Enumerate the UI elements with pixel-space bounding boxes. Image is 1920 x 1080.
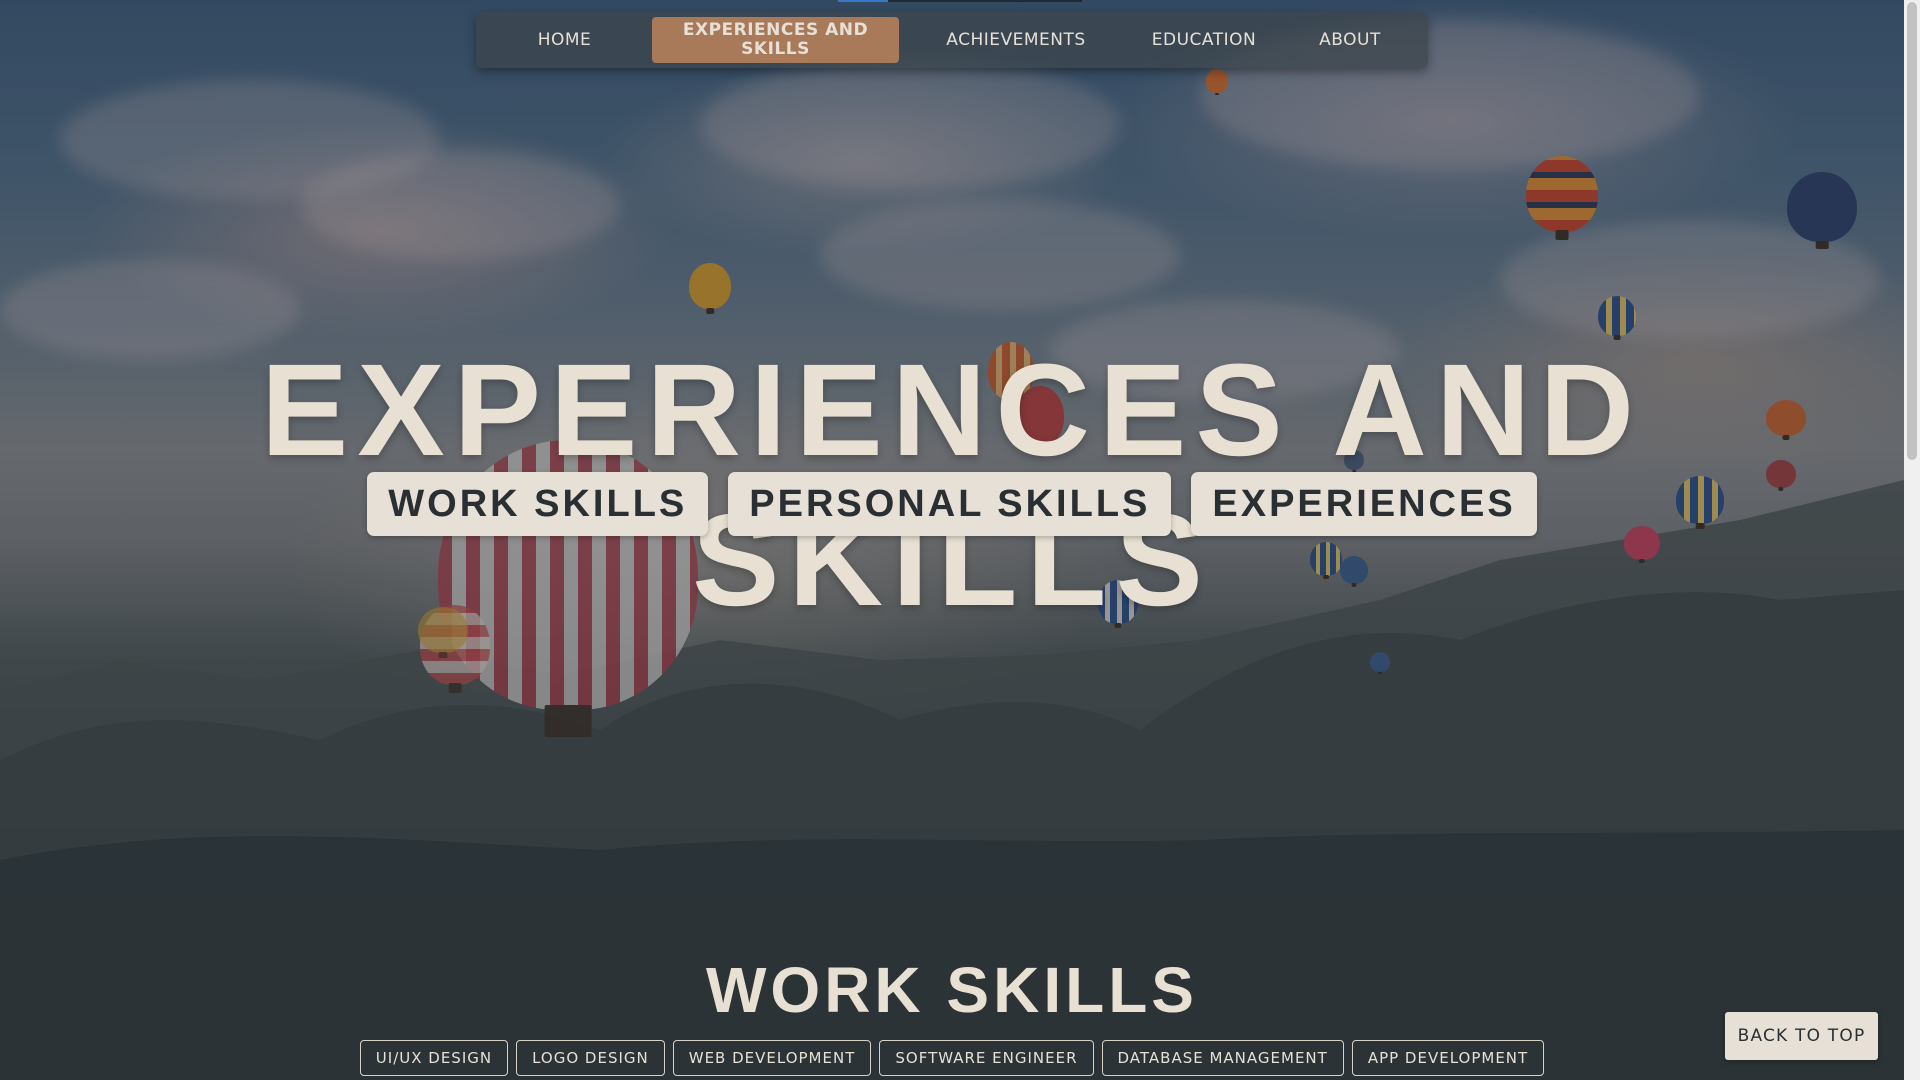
experiences-button[interactable]: EXPERIENCES xyxy=(1191,472,1537,536)
nav-item-education[interactable]: EDUCATION xyxy=(1144,30,1264,50)
skill-tag-web-development[interactable]: WEB DEVELOPMENT xyxy=(672,1040,872,1076)
nav-item-about[interactable]: ABOUT xyxy=(1310,30,1390,50)
skill-tag-ui-ux-design[interactable]: UI/UX DESIGN xyxy=(359,1040,509,1076)
top-progress-indicator xyxy=(838,0,888,2)
back-to-top-button[interactable]: BACK TO TOP xyxy=(1725,1012,1878,1060)
hero-section-buttons: WORK SKILLS PERSONAL SKILLS EXPERIENCES xyxy=(0,472,1904,536)
work-skills-heading: WORK SKILLS xyxy=(706,954,1198,1026)
scrollbar-thumb[interactable] xyxy=(1907,2,1917,460)
skill-tag-software-engineer[interactable]: SOFTWARE ENGINEER xyxy=(879,1040,1094,1076)
work-skills-tag-list: UI/UX DESIGN LOGO DESIGN WEB DEVELOPMENT… xyxy=(0,1040,1904,1076)
skill-tag-logo-design[interactable]: LOGO DESIGN xyxy=(516,1040,665,1076)
skill-tag-app-development[interactable]: APP DEVELOPMENT xyxy=(1351,1040,1545,1076)
personal-skills-button[interactable]: PERSONAL SKILLS xyxy=(728,472,1172,536)
nav-item-home[interactable]: HOME xyxy=(520,30,609,50)
main-navbar: HOME EXPERIENCES AND SKILLS ACHIEVEMENTS… xyxy=(476,12,1428,68)
page-scrollbar[interactable] xyxy=(1904,0,1920,1080)
nav-item-achievements[interactable]: ACHIEVEMENTS xyxy=(936,30,1096,50)
nav-item-experiences-and-skills[interactable]: EXPERIENCES AND SKILLS xyxy=(652,17,899,63)
skill-tag-database-management[interactable]: DATABASE MANAGEMENT xyxy=(1101,1040,1344,1076)
work-skills-button[interactable]: WORK SKILLS xyxy=(367,472,709,536)
